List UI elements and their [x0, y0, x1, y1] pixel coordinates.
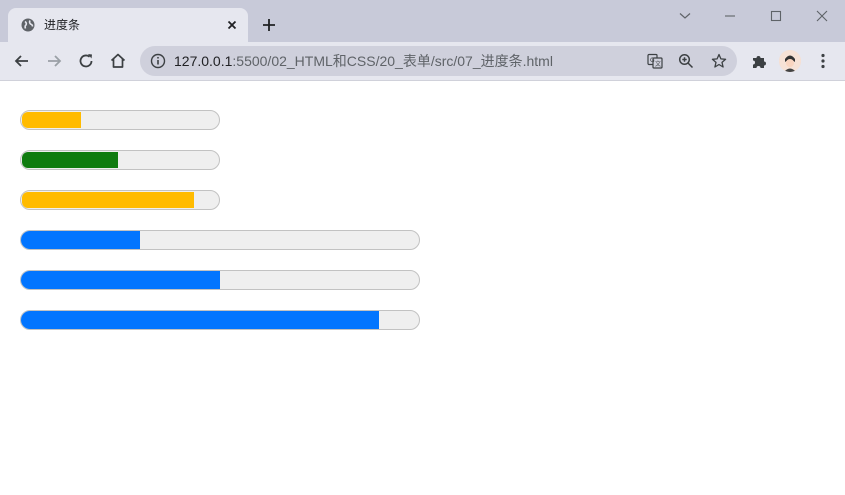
progress-bar	[20, 310, 420, 330]
zoom-icon[interactable]	[678, 53, 694, 69]
progress-bar	[20, 190, 220, 210]
progress-fill	[21, 231, 140, 249]
address-bar[interactable]: 127.0.0.1:5500/02_HTML和CSS/20_表单/src/07_…	[140, 46, 737, 76]
home-icon[interactable]	[108, 51, 128, 71]
url-path: :5500/02_HTML和CSS/20_表单/src/07_进度条.html	[232, 53, 553, 69]
progress-bar	[20, 230, 420, 250]
info-icon[interactable]	[150, 53, 166, 69]
url-host: 127.0.0.1	[174, 53, 233, 69]
browser-titlebar: 进度条	[0, 0, 845, 42]
profile-avatar[interactable]	[779, 50, 801, 72]
tab-search-chevron-icon[interactable]	[675, 6, 695, 26]
minimize-icon[interactable]	[720, 6, 740, 26]
star-icon[interactable]	[711, 53, 727, 69]
plus-icon[interactable]	[260, 16, 278, 34]
tab-title: 进度条	[44, 18, 81, 32]
progress-bar	[20, 110, 220, 130]
url-text: 127.0.0.1:5500/02_HTML和CSS/20_表单/src/07_…	[174, 53, 553, 69]
progress-bar	[20, 150, 220, 170]
progress-fill	[21, 311, 379, 329]
progress-fill	[22, 112, 81, 128]
page-content	[0, 81, 845, 495]
kebab-menu-icon[interactable]	[813, 51, 833, 71]
translate-icon[interactable]: G 文	[647, 53, 663, 69]
progress-fill	[21, 271, 220, 289]
svg-text:文: 文	[655, 60, 661, 68]
close-icon[interactable]	[224, 17, 240, 33]
globe-icon	[21, 18, 35, 32]
maximize-icon[interactable]	[766, 6, 786, 26]
progress-fill	[22, 192, 194, 208]
browser-tab[interactable]: 进度条	[8, 8, 248, 42]
reload-icon[interactable]	[76, 51, 96, 71]
forward-arrow-icon[interactable]	[44, 51, 64, 71]
progress-fill	[22, 152, 118, 168]
puzzle-icon[interactable]	[749, 51, 769, 71]
back-arrow-icon[interactable]	[12, 51, 32, 71]
browser-toolbar: 127.0.0.1:5500/02_HTML和CSS/20_表单/src/07_…	[0, 42, 845, 81]
progress-bar	[20, 270, 420, 290]
close-window-icon[interactable]	[812, 6, 832, 26]
